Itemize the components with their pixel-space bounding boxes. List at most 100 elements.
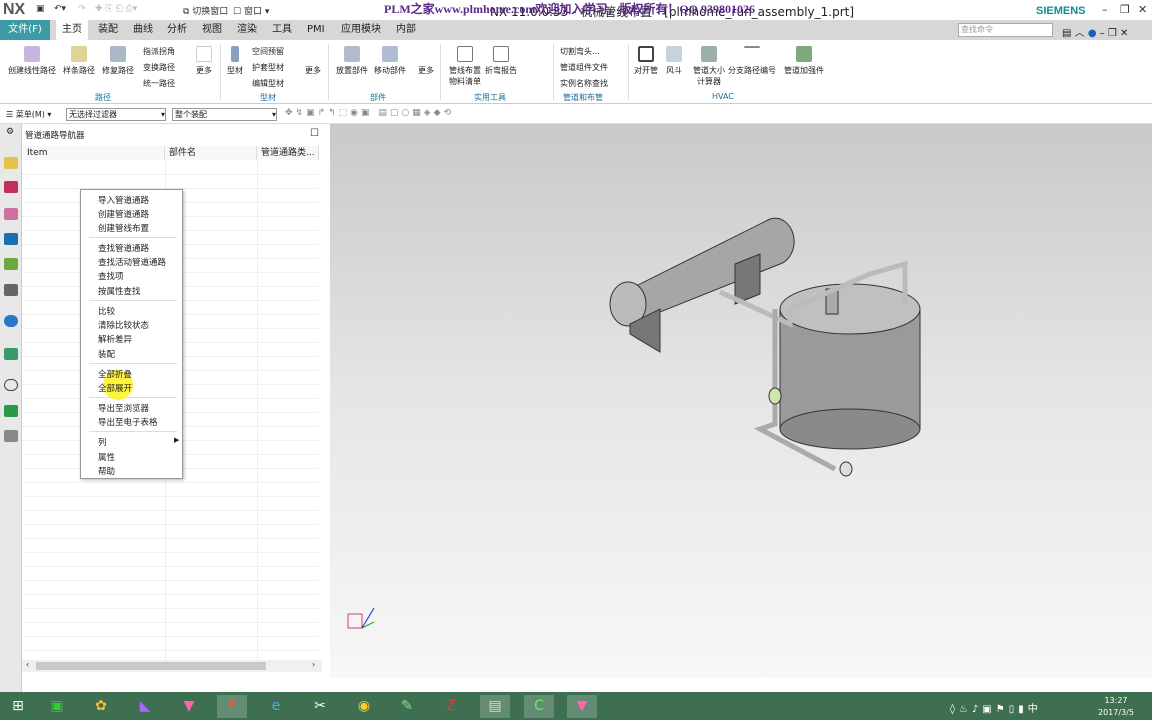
menu-item-collapse-all[interactable]: 全部折叠 bbox=[98, 368, 132, 380]
menu-item-export-browser[interactable]: 导出至浏览器 bbox=[98, 402, 149, 414]
menu-item-create-route[interactable]: 创建管道通路 bbox=[98, 208, 149, 220]
tab-home[interactable]: 主页 bbox=[56, 20, 88, 40]
system-tray-icons[interactable]: ◊♨♪▣⚑▯▮中 bbox=[950, 700, 1042, 715]
camtasia-icon[interactable]: C bbox=[524, 695, 554, 718]
edit-stock-button[interactable]: 编辑型材 bbox=[252, 76, 284, 92]
duct-size-calculator-button[interactable]: 管道大小计算器 bbox=[690, 46, 728, 87]
create-linear-path-button[interactable]: 创建线性路径 bbox=[8, 46, 56, 76]
column-header-item[interactable]: Item bbox=[23, 146, 165, 160]
minimize-button[interactable]: – bbox=[1102, 3, 1108, 16]
tab-assembly[interactable]: 装配 bbox=[92, 20, 124, 40]
window-menu-button[interactable]: ☐ 窗口 ▾ bbox=[233, 4, 269, 17]
menu-item-find-by-attribute[interactable]: 按属性查找 bbox=[98, 285, 141, 297]
more-button-3[interactable]: 更多 bbox=[418, 46, 434, 76]
scope-dropdown[interactable]: 整个装配 ▾ bbox=[172, 108, 277, 121]
bend-report-button[interactable]: 折弯报告 bbox=[485, 46, 517, 76]
restore-button[interactable]: ❐ bbox=[1120, 3, 1130, 16]
horizontal-scrollbar[interactable]: ‹ › bbox=[22, 660, 322, 672]
selection-filter-dropdown[interactable]: 无选择过滤器 ▾ bbox=[66, 108, 166, 121]
place-part-button[interactable]: 放置部件 bbox=[336, 46, 368, 76]
web-browser-icon[interactable] bbox=[4, 315, 18, 327]
menu-item-find-active-route[interactable]: 查找活动管道通路 bbox=[98, 256, 166, 268]
clock-icon[interactable] bbox=[4, 379, 18, 391]
scoop-button[interactable]: 风斗 bbox=[666, 46, 682, 76]
command-search-input[interactable]: 查找命令 bbox=[958, 23, 1053, 37]
selection-tool-icons[interactable]: ✥↯▣↱↰⬚◉▣ ▤▢○▦◈◆⟲ bbox=[285, 108, 454, 118]
menu-item-compare[interactable]: 比较 bbox=[98, 305, 115, 317]
tab-pmi[interactable]: PMI bbox=[301, 20, 331, 40]
branch-path-number-button[interactable]: 分支路径编号 bbox=[728, 46, 776, 76]
graphics-viewport[interactable] bbox=[330, 124, 1152, 678]
visual-studio-icon[interactable]: ◣ bbox=[130, 695, 160, 718]
spline-path-button[interactable]: 样条路径 bbox=[63, 46, 95, 76]
instance-name-find-button[interactable]: 实例名称查找 bbox=[560, 76, 608, 92]
cut-elbow-button[interactable]: 切割弯头... bbox=[560, 44, 608, 60]
nx-icon[interactable]: ▼ bbox=[174, 695, 204, 718]
assembly-navigator-icon[interactable] bbox=[4, 157, 18, 169]
more-button-2[interactable]: 更多 bbox=[305, 46, 321, 76]
switch-window-button[interactable]: ⧉ 切换窗口 bbox=[183, 4, 228, 17]
menu-item-help[interactable]: 帮助 bbox=[98, 465, 115, 477]
space-reservation-button[interactable]: 空间预留 bbox=[252, 44, 284, 60]
app-icon[interactable]: ✿ bbox=[86, 695, 116, 718]
maximize-icon[interactable]: ☐ bbox=[310, 128, 319, 139]
file-tab[interactable]: 文件(F) bbox=[0, 20, 50, 40]
routing-bom-button[interactable]: 管线布置物料清单 bbox=[447, 46, 483, 87]
reuse-library-icon[interactable] bbox=[4, 258, 18, 270]
scroll-left-icon[interactable]: ‹ bbox=[26, 660, 29, 669]
hd3d-icon[interactable] bbox=[4, 284, 18, 296]
scroll-right-icon[interactable]: › bbox=[312, 660, 315, 669]
menu-item-find-item[interactable]: 查找项 bbox=[98, 270, 124, 282]
menu-item-properties[interactable]: 属性 bbox=[98, 451, 115, 463]
more-button[interactable]: 更多 bbox=[196, 46, 212, 76]
menu-button[interactable]: ☰ 菜单(M) ▾ bbox=[6, 109, 51, 120]
powerpoint-icon[interactable]: P bbox=[217, 695, 247, 718]
explorer-icon[interactable]: ▤ bbox=[480, 695, 510, 718]
transform-path-button[interactable]: 变换路径 bbox=[143, 60, 175, 76]
close-button[interactable]: ✕ bbox=[1138, 3, 1147, 16]
ribbon-controls[interactable]: ▤ ︿ ● – ❐ ✕ bbox=[1062, 24, 1128, 39]
tab-analysis[interactable]: 分析 bbox=[161, 20, 193, 40]
pipe-assembly-model[interactable] bbox=[330, 124, 1152, 678]
tool-icon[interactable]: ✂ bbox=[305, 695, 335, 718]
repair-path-button[interactable]: 修复路径 bbox=[102, 46, 134, 76]
roles-icon[interactable] bbox=[4, 430, 18, 442]
duct-stiffener-button[interactable]: 管道加强件 bbox=[784, 46, 824, 76]
menu-item-clear-compare[interactable]: 清除比较状态 bbox=[98, 319, 149, 331]
menu-item-columns[interactable]: 列 bbox=[98, 436, 107, 448]
save-icon[interactable]: ▣ bbox=[36, 4, 45, 14]
tab-render[interactable]: 渲染 bbox=[231, 20, 263, 40]
nx-active-icon[interactable]: ▼ bbox=[567, 695, 597, 718]
sheath-stock-button[interactable]: 护套型材 bbox=[252, 60, 284, 76]
route-navigator-icon[interactable] bbox=[4, 233, 18, 245]
start-button[interactable]: ⊞ bbox=[3, 695, 33, 718]
menu-item-export-spreadsheet[interactable]: 导出至电子表格 bbox=[98, 416, 158, 428]
menu-item-resolve-diff[interactable]: 解析差异 bbox=[98, 333, 132, 345]
constraint-navigator-icon[interactable] bbox=[4, 181, 18, 193]
store-icon[interactable]: ▣ bbox=[42, 695, 72, 718]
split-duct-button[interactable]: 对开管 bbox=[634, 46, 658, 76]
tab-curve[interactable]: 曲线 bbox=[127, 20, 159, 40]
tab-tools[interactable]: 工具 bbox=[266, 20, 298, 40]
visualization-icon[interactable] bbox=[4, 405, 18, 417]
move-part-button[interactable]: 移动部件 bbox=[374, 46, 406, 76]
settings-icon[interactable]: ⚙ bbox=[6, 127, 14, 137]
assign-corner-button[interactable]: 指派拐角 bbox=[143, 44, 175, 60]
part-navigator-icon[interactable] bbox=[4, 208, 18, 220]
menu-item-import-route[interactable]: 导入管道通路 bbox=[98, 194, 149, 206]
scroll-thumb[interactable] bbox=[36, 662, 266, 670]
column-header-route-type[interactable]: 管道通路类... bbox=[257, 146, 319, 160]
filezilla-icon[interactable]: Z bbox=[436, 695, 466, 718]
history-icon[interactable] bbox=[4, 348, 18, 360]
tab-view[interactable]: 视图 bbox=[196, 20, 228, 40]
menu-item-assembly[interactable]: 装配 bbox=[98, 348, 115, 360]
unify-path-button[interactable]: 统一路径 bbox=[143, 76, 175, 92]
stock-button[interactable]: 型材 bbox=[227, 46, 243, 76]
clock[interactable]: 13:27 2017/3/5 bbox=[1098, 695, 1134, 719]
tab-application[interactable]: 应用模块 bbox=[335, 20, 387, 40]
undo-icon[interactable]: ↶▾ bbox=[54, 4, 66, 14]
redo-icon[interactable]: ↷ bbox=[78, 4, 86, 14]
chrome-icon[interactable]: ◉ bbox=[349, 695, 379, 718]
menu-item-create-routing[interactable]: 创建管线布置 bbox=[98, 222, 149, 234]
column-header-part-name[interactable]: 部件名 bbox=[165, 146, 257, 160]
